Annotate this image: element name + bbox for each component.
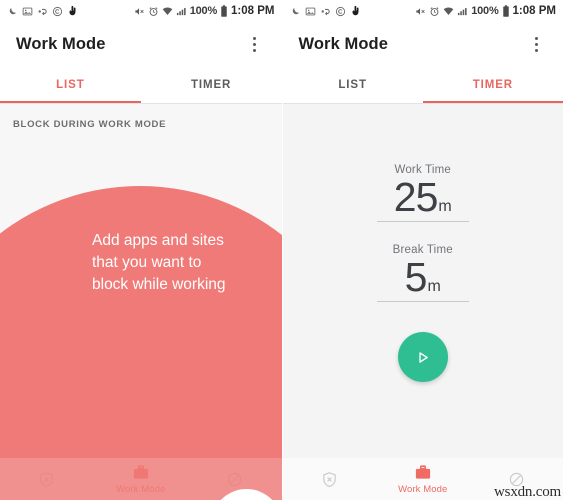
work-time-number: 25 bbox=[393, 174, 439, 220]
left-phone-screen: 100% 1:08 PM Work Mode LIST TIMER BLOCK … bbox=[0, 0, 282, 500]
tab-bar: LIST TIMER bbox=[0, 66, 282, 104]
wifi-icon bbox=[443, 6, 454, 17]
tab-timer[interactable]: TIMER bbox=[141, 66, 282, 103]
copyright-icon bbox=[52, 6, 63, 17]
data-saver-icon bbox=[37, 6, 48, 17]
wifi-icon bbox=[162, 6, 173, 17]
battery-percent-label: 100% bbox=[189, 5, 218, 17]
image-icon bbox=[22, 6, 33, 17]
tab-list[interactable]: LIST bbox=[283, 66, 423, 103]
work-time-field[interactable]: Work Time 25 m bbox=[375, 164, 471, 223]
gesture-hand-icon bbox=[67, 5, 79, 17]
break-time-value: 5 m bbox=[375, 254, 471, 301]
tab-timer[interactable]: TIMER bbox=[422, 66, 563, 103]
shield-block-icon bbox=[322, 471, 336, 487]
app-bar: Work Mode bbox=[0, 22, 282, 66]
status-bar: 100% 1:08 PM bbox=[0, 0, 282, 22]
timer-tab-content: Work Time 25 m Break Time 5 m bbox=[282, 104, 563, 458]
play-icon bbox=[419, 351, 429, 363]
status-bar-left-icons bbox=[290, 5, 362, 17]
watermark-label: wsxdn.com bbox=[494, 484, 561, 500]
overflow-menu-icon[interactable] bbox=[244, 31, 266, 57]
page-title: Work Mode bbox=[16, 34, 106, 53]
page-title: Work Mode bbox=[298, 34, 389, 53]
status-bar-left-icons bbox=[7, 5, 79, 17]
copyright-icon bbox=[335, 6, 346, 17]
alarm-icon bbox=[148, 6, 159, 17]
tab-list[interactable]: LIST bbox=[0, 66, 141, 103]
nav-item-blocker[interactable] bbox=[0, 471, 94, 488]
nav-item-work-mode[interactable]: Work Mode bbox=[376, 464, 470, 495]
nav-item-work-mode[interactable]: Work Mode bbox=[94, 464, 188, 495]
gesture-hand-icon bbox=[350, 5, 362, 17]
signal-icon bbox=[457, 6, 468, 17]
battery-icon bbox=[220, 5, 228, 17]
nav-item-blocker[interactable] bbox=[283, 471, 377, 488]
nav-label-work-mode: Work Mode bbox=[116, 483, 166, 495]
mute-icon bbox=[415, 6, 426, 17]
break-time-underline bbox=[376, 301, 469, 303]
break-time-unit: m bbox=[427, 278, 441, 296]
signal-icon bbox=[176, 6, 187, 17]
break-time-number: 5 bbox=[404, 254, 428, 301]
status-bar-right-icons: 100% 1:08 PM bbox=[415, 5, 556, 17]
nav-label-work-mode: Work Mode bbox=[398, 483, 448, 495]
mute-icon bbox=[134, 6, 145, 17]
work-time-underline bbox=[376, 221, 469, 223]
clock-label: 1:08 PM bbox=[231, 5, 275, 17]
list-tab-content: BLOCK DURING WORK MODE Add apps and site… bbox=[0, 104, 282, 500]
moon-icon bbox=[7, 6, 18, 17]
break-time-field[interactable]: Break Time 5 m bbox=[375, 244, 471, 303]
briefcase-icon bbox=[415, 464, 430, 479]
clock-label: 1:08 PM bbox=[512, 5, 556, 17]
app-bar: Work Mode bbox=[282, 22, 563, 66]
overflow-menu-icon[interactable] bbox=[525, 31, 547, 57]
start-timer-button[interactable] bbox=[397, 332, 448, 383]
briefcase-icon bbox=[133, 464, 148, 479]
status-bar: 100% 1:08 PM bbox=[282, 0, 563, 22]
right-phone-screen: 100% 1:08 PM Work Mode LIST TIMER Work T… bbox=[281, 0, 563, 500]
shield-block-icon bbox=[40, 471, 54, 487]
nav-item-disable[interactable] bbox=[188, 471, 282, 488]
alarm-icon bbox=[429, 6, 440, 17]
work-time-unit: m bbox=[438, 198, 452, 215]
section-header-block-during-work-mode: BLOCK DURING WORK MODE bbox=[13, 119, 167, 130]
moon-icon bbox=[290, 6, 301, 17]
battery-icon bbox=[502, 5, 510, 17]
circle-slash-icon bbox=[227, 472, 242, 486]
image-icon bbox=[305, 6, 316, 17]
status-bar-right-icons: 100% 1:08 PM bbox=[134, 5, 275, 17]
work-time-value: 25 m bbox=[375, 174, 471, 220]
empty-state-text: Add apps and sites that you want to bloc… bbox=[92, 232, 226, 293]
tab-bar: LIST TIMER bbox=[282, 66, 563, 104]
data-saver-icon bbox=[320, 6, 331, 17]
dual-screenshot-container: 100% 1:08 PM Work Mode LIST TIMER BLOCK … bbox=[0, 0, 563, 500]
battery-percent-label: 100% bbox=[471, 5, 499, 17]
